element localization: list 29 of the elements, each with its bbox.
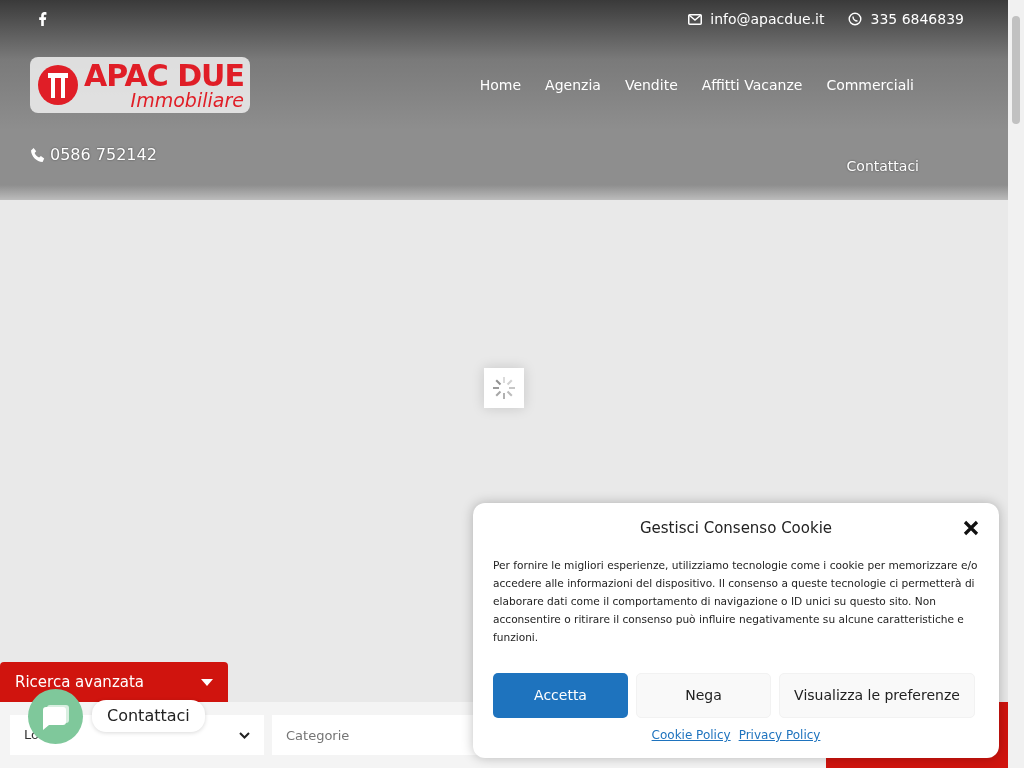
whatsapp-link[interactable]: 335 6846839 (870, 8, 964, 30)
email-link[interactable]: info@apacdue.it (710, 8, 825, 30)
policy-link[interactable]: Privacy Policy (738, 726, 821, 744)
scrollbar[interactable] (1008, 0, 1024, 768)
cookie-button[interactable]: Nega (636, 673, 771, 718)
close-icon[interactable] (963, 520, 979, 537)
nav-link[interactable]: Agenzia (545, 74, 601, 96)
cookie-button[interactable]: Visualizza le preferenze (779, 673, 975, 718)
loading-spinner (484, 368, 524, 408)
policy-link[interactable]: Cookie Policy (651, 726, 731, 744)
dialog-title: Gestisci Consenso Cookie (639, 518, 833, 539)
accept-button[interactable]: Accetta (493, 673, 628, 718)
nav-link[interactable]: Affitti Vacanze (701, 74, 803, 96)
caret-icon (201, 678, 213, 686)
site-logo[interactable]: APAC DUE Immobiliare (30, 57, 250, 113)
nav-link[interactable]: Contattaci (846, 156, 919, 177)
envelope-icon (688, 13, 703, 25)
advanced-search-toggle[interactable]: Ricerca avanzata (0, 662, 228, 702)
phone-icon (30, 146, 46, 163)
nav-link[interactable]: Commerciali (826, 74, 914, 96)
consent-text: Per fornire le migliori esperienze, utilizziamo tecnologie come i cookie per memorizzare e/o accedere alle informazioni del dispositivo. Il consenso a queste tecnologie ci permetterà di elaborare dati come il comportamento di navigazione o ID unici su questo sito. Non acconsentire o ritirare il consenso può influire negativamente su alcune caratteristiche e funzioni. (493, 557, 979, 645)
whatsapp-icon (848, 12, 863, 26)
chat-label[interactable]: Contattaci (92, 700, 205, 732)
facebook-icon[interactable] (38, 12, 47, 26)
chat-bubbles-icon (40, 702, 71, 731)
nav-link[interactable]: Home (479, 74, 522, 96)
chevron-down-icon (239, 731, 250, 739)
phone-number[interactable]: 0586 752142 (50, 142, 157, 167)
nav-link[interactable]: Vendite (624, 74, 678, 96)
